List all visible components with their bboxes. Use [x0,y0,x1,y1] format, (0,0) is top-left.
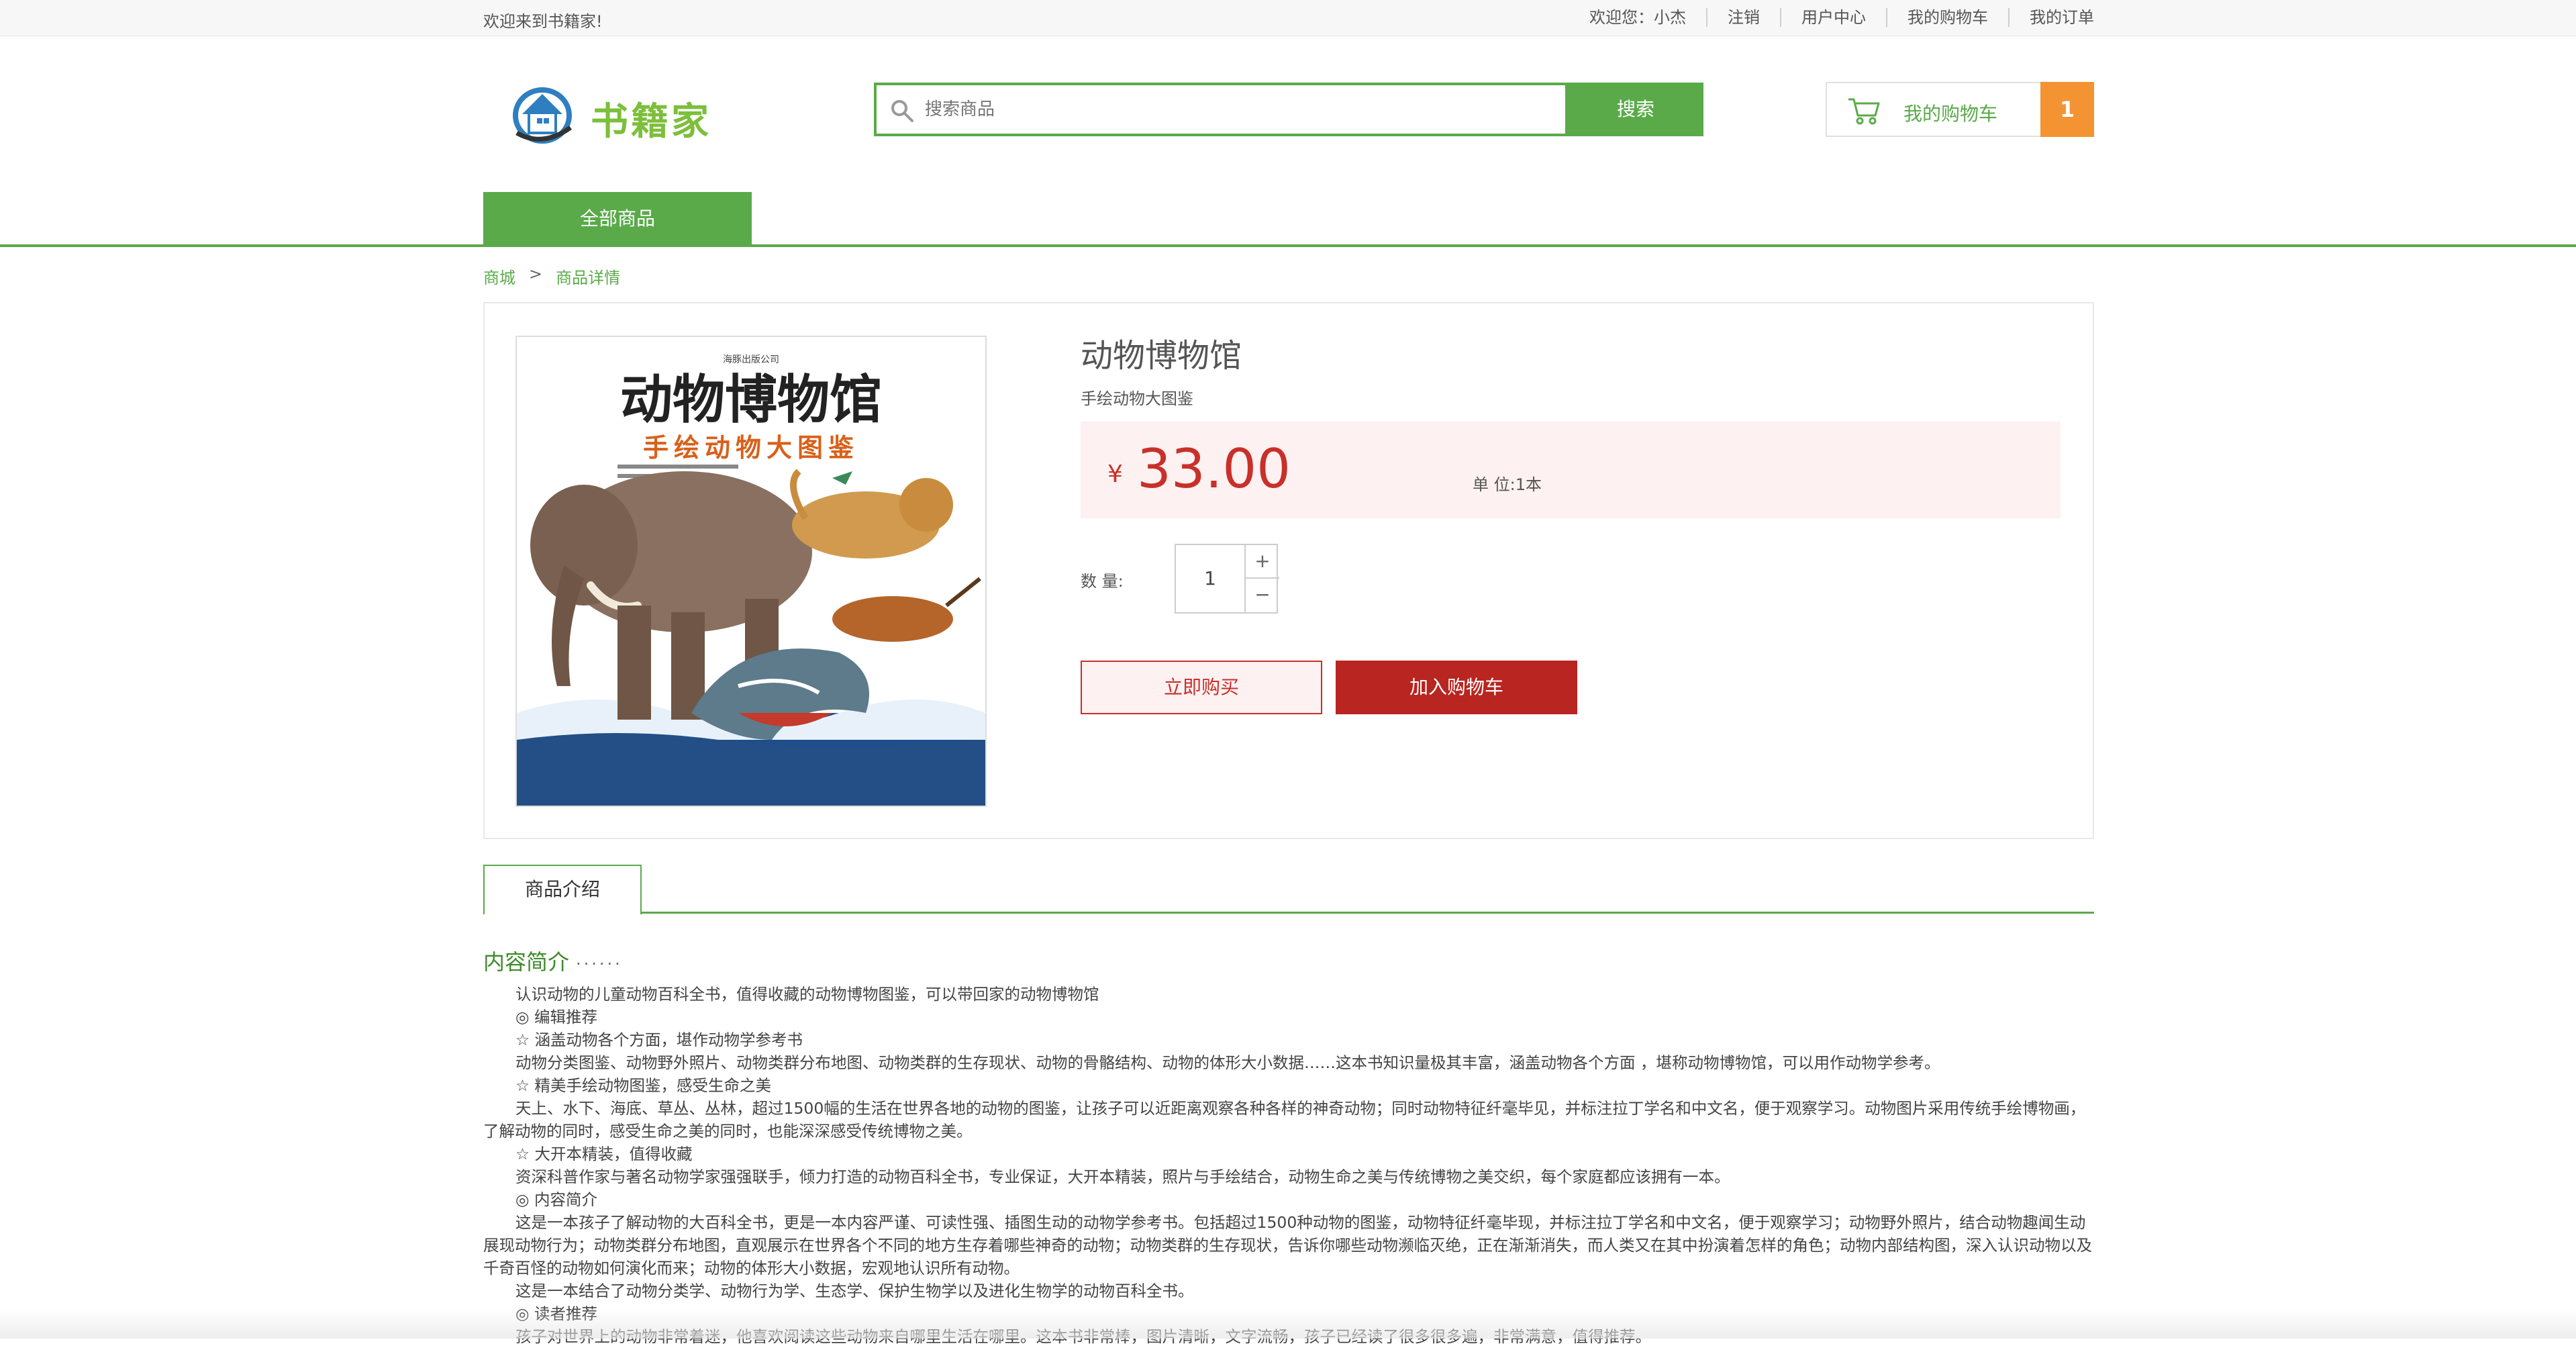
product-unit: 单 位:1本 [1473,475,1542,494]
tab-divider [642,912,2094,914]
price-currency: ¥ [1107,461,1123,488]
description-paragraph: ☆ 精美手绘动物图鉴，感受生命之美 [515,1076,772,1095]
description-paragraph: 这是一本孩子了解动物的大百科全书，更是一本内容严谨、可读性强、插图生动的动物学参… [483,1213,2092,1278]
all-products-nav[interactable]: 全部商品 [483,192,752,246]
product-title: 动物博物馆 [1081,337,1242,375]
product-cover-image: 海豚出版公司 动物博物馆 手绘动物大图鉴 [515,336,987,807]
breadcrumb: 商城 > 商品详情 [483,264,620,288]
price-box: ¥ 33.00 单 位:1本 [1081,422,2061,518]
logout-link[interactable]: 注销 [1706,8,1780,27]
product-price: 33.00 [1137,438,1291,500]
cart-label: 我的购物车 [1903,103,1998,125]
description-paragraph: ◎ 内容简介 [515,1190,597,1209]
breadcrumb-separator: > [529,264,543,283]
description-paragraph: 认识动物的儿童动物百科全书，值得收藏的动物博物图鉴，可以带回家的动物博物馆 [515,985,1099,1004]
search-input[interactable] [925,91,1422,128]
search-button[interactable]: 搜索 [1568,83,1703,136]
logo-house-icon [513,87,573,144]
quantity-stepper: 1 + − [1175,544,1279,614]
breadcrumb-current[interactable]: 商品详情 [556,264,620,288]
product-subtitle: 手绘动物大图鉴 [1081,389,1193,408]
nav-divider [0,244,2576,247]
breadcrumb-home[interactable]: 商城 [483,264,515,288]
welcome-text: 欢迎来到书籍家! [483,12,603,31]
my-orders-link[interactable]: 我的订单 [2008,8,2094,27]
quantity-input[interactable]: 1 [1176,545,1244,612]
description-paragraph: 资深科普作家与著名动物学家强强联手，倾力打造的动物百科全书，专业保证，大开本精装… [515,1167,1730,1186]
top-bar: 欢迎来到书籍家! 欢迎您：小杰 注销 用户中心 我的购物车 我的订单 [0,0,2576,36]
cover-publisher: 海豚出版公司 [723,354,779,365]
description-paragraph: 天上、水下、海底、草丛、丛林，超过1500幅的生活在世界各地的动物的图鉴，让孩子… [483,1099,2086,1141]
cover-subtitle: 手绘动物大图鉴 [643,433,859,463]
book-cover-illustration: 海豚出版公司 动物博物馆 手绘动物大图鉴 [517,337,985,806]
description-paragraph: ◎ 编辑推荐 [515,1008,597,1026]
cover-title: 动物博物馆 [620,369,882,430]
quantity-buttons: + − [1244,545,1279,612]
description-paragraph: 这是一本结合了动物分类学、动物行为学、生态学、保护生物学以及进化生物学的动物百科… [515,1282,1194,1300]
description-paragraph: 动物分类图鉴、动物野外照片、动物类群分布地图、动物类群的生存现状、动物的骨骼结构… [515,1053,1940,1072]
bottom-shadow [0,1309,2576,1339]
description-heading-text: 内容简介 [483,949,570,975]
shopping-cart-icon [1848,98,1880,125]
buy-now-button[interactable]: 立即购买 [1081,661,1322,714]
my-cart-link[interactable]: 我的购物车 [1886,8,2008,27]
tab-product-intro[interactable]: 商品介绍 [483,865,642,914]
quantity-label: 数 量: [1081,572,1124,591]
top-links: 欢迎您：小杰 注销 用户中心 我的购物车 我的订单 [1589,8,2094,27]
description-body: 认识动物的儿童动物百科全书，值得收藏的动物博物图鉴，可以带回家的动物博物馆 ◎ … [483,983,2094,1348]
description-paragraph: ☆ 大开本精装，值得收藏 [515,1145,693,1163]
logo-text: 书籍家 [591,99,711,144]
add-to-cart-button[interactable]: 加入购物车 [1336,661,1577,714]
description-paragraph: ☆ 涵盖动物各个方面，堪作动物学参考书 [515,1030,803,1049]
search-icon [891,100,913,122]
cart-count-badge: 1 [2040,82,2094,137]
quantity-increase-button[interactable]: + [1246,545,1279,579]
description-heading-dots: ······ [576,955,623,973]
description-heading: 内容简介 ······ [483,945,623,976]
search-bar [874,83,1568,136]
user-greeting-link[interactable]: 欢迎您：小杰 [1589,8,1706,27]
user-center-link[interactable]: 用户中心 [1780,8,1886,27]
quantity-decrease-button[interactable]: − [1246,579,1279,612]
